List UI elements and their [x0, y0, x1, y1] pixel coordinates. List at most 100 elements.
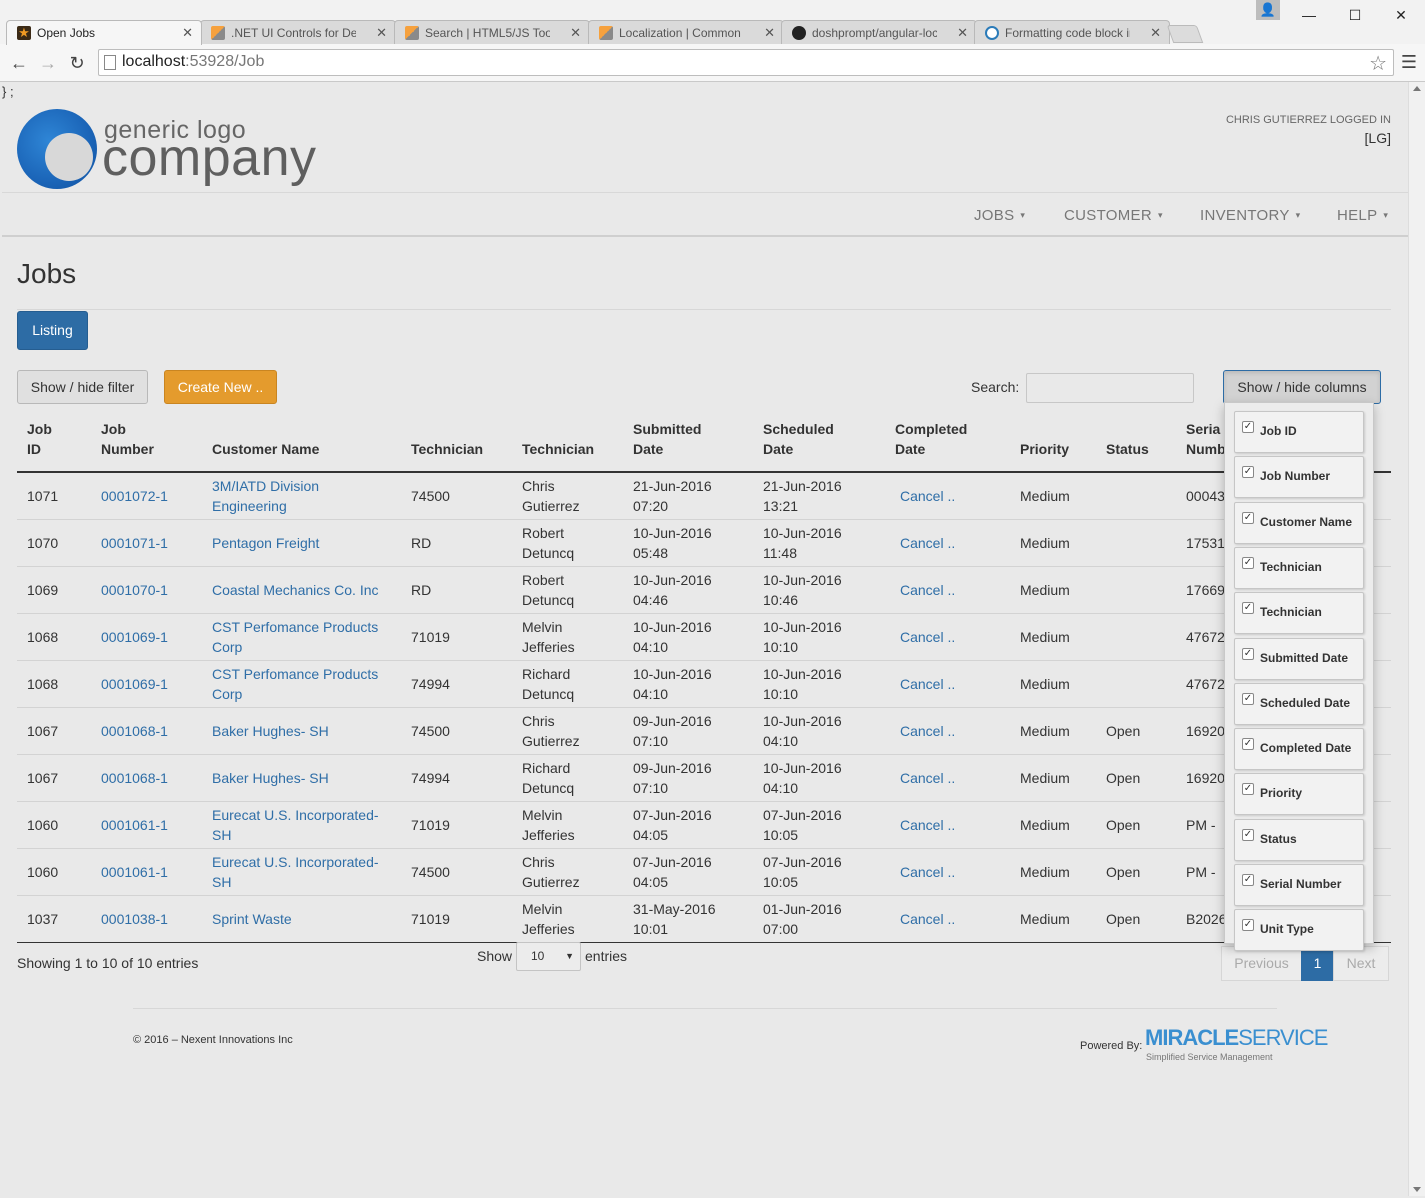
job-number-link[interactable]: 0001070-1	[101, 582, 168, 598]
cell-job-number[interactable]: 0001072-1	[91, 472, 202, 520]
reload-icon[interactable]: ↻	[67, 53, 87, 74]
column-toggle-priority[interactable]: ✓ Priority	[1234, 773, 1364, 816]
cell-job-number[interactable]: 0001071-1	[91, 519, 202, 567]
job-number-link[interactable]: 0001061-1	[101, 817, 168, 833]
page-length-select[interactable]: 10 ▼	[516, 942, 581, 971]
cell-job-number[interactable]: 0001061-1	[91, 801, 202, 849]
cell-customer-name[interactable]: Eurecat U.S. Incorporated-SH	[202, 848, 401, 896]
cell-completed-date[interactable]: Cancel ..	[885, 754, 1010, 802]
cell-completed-date[interactable]: Cancel ..	[885, 801, 1010, 849]
job-number-link[interactable]: 0001069-1	[101, 629, 168, 645]
column-toggle-technician[interactable]: ✓ Technician	[1234, 546, 1364, 589]
cell-job-number[interactable]: 0001061-1	[91, 848, 202, 896]
header-status[interactable]: Status	[1096, 415, 1176, 473]
checkbox-checked-icon[interactable]: ✓	[1242, 919, 1254, 932]
bookmark-star-icon[interactable]: ☆	[1369, 51, 1387, 76]
completed-date-link[interactable]: Cancel ..	[900, 864, 955, 880]
cell-customer-name[interactable]: Baker Hughes- SH	[202, 707, 401, 755]
checkbox-checked-icon[interactable]: ✓	[1242, 466, 1254, 479]
table-row[interactable]: 1069 0001070-1 Coastal Mechanics Co. Inc RD…	[17, 566, 1391, 614]
minimize-button[interactable]: —	[1294, 4, 1324, 26]
customer-name-link[interactable]: 3M/IATD Division Engineering	[212, 478, 319, 514]
cell-customer-name[interactable]: Sprint Waste	[202, 895, 401, 943]
column-toggle-customer-name[interactable]: ✓ Customer Name	[1234, 501, 1364, 544]
completed-date-link[interactable]: Cancel ..	[900, 723, 955, 739]
job-number-link[interactable]: 0001071-1	[101, 535, 168, 551]
tab-close-icon[interactable]: ✕	[376, 25, 387, 41]
completed-date-link[interactable]: Cancel ..	[900, 629, 955, 645]
checkbox-checked-icon[interactable]: ✓	[1242, 602, 1254, 615]
job-number-link[interactable]: 0001072-1	[101, 488, 168, 504]
completed-date-link[interactable]: Cancel ..	[900, 488, 955, 504]
completed-date-link[interactable]: Cancel ..	[900, 911, 955, 927]
tab-close-icon[interactable]: ✕	[1150, 25, 1161, 41]
column-toggle-scheduled-date[interactable]: ✓ Scheduled Date	[1234, 682, 1364, 725]
back-arrow-icon[interactable]: ←	[9, 53, 29, 74]
header-scheduled-date[interactable]: Scheduled Date	[753, 415, 885, 473]
checkbox-checked-icon[interactable]: ✓	[1242, 738, 1254, 751]
cell-completed-date[interactable]: Cancel ..	[885, 707, 1010, 755]
table-row[interactable]: 1037 0001038-1 Sprint Waste 71019 Melvin Jef…	[17, 895, 1391, 943]
header-technician-name[interactable]: Technician	[512, 415, 623, 473]
maximize-button[interactable]: ☐	[1340, 4, 1370, 26]
customer-name-link[interactable]: CST Perfomance Products Corp	[212, 619, 378, 655]
profile-user-icon[interactable]: 👤	[1256, 0, 1280, 20]
previous-page-button[interactable]: Previous	[1221, 946, 1302, 981]
nav-help[interactable]: HELP ▾	[1337, 207, 1388, 224]
cell-completed-date[interactable]: Cancel ..	[885, 519, 1010, 567]
language-link[interactable]: [LG]	[1365, 130, 1391, 146]
checkbox-checked-icon[interactable]: ✓	[1242, 828, 1254, 841]
cell-completed-date[interactable]: Cancel ..	[885, 895, 1010, 943]
job-number-link[interactable]: 0001068-1	[101, 723, 168, 739]
listing-tab-button[interactable]: Listing	[17, 311, 88, 350]
job-number-link[interactable]: 0001038-1	[101, 911, 168, 927]
cell-completed-date[interactable]: Cancel ..	[885, 613, 1010, 661]
checkbox-checked-icon[interactable]: ✓	[1242, 511, 1254, 524]
cell-job-number[interactable]: 0001038-1	[91, 895, 202, 943]
cell-customer-name[interactable]: 3M/IATD Division Engineering	[202, 472, 401, 520]
address-bar[interactable]: localhost:53928/Job ☆	[98, 49, 1394, 76]
checkbox-checked-icon[interactable]: ✓	[1242, 874, 1254, 886]
tab-close-icon[interactable]: ✕	[764, 25, 775, 41]
completed-date-link[interactable]: Cancel ..	[900, 535, 955, 551]
page-scrollbar[interactable]	[1408, 82, 1425, 1196]
header-completed-date[interactable]: Completed Date	[885, 415, 1010, 473]
customer-name-link[interactable]: Coastal Mechanics Co. Inc	[212, 582, 379, 598]
new-tab-button[interactable]	[1166, 25, 1204, 43]
table-row[interactable]: 1067 0001068-1 Baker Hughes- SH 74500 Chris …	[17, 707, 1391, 755]
tab-net-ui-controls[interactable]: .NET UI Controls for Devel ✕	[200, 20, 396, 44]
tab-github-angular[interactable]: doshprompt/angular-loca ✕	[781, 20, 977, 44]
completed-date-link[interactable]: Cancel ..	[900, 676, 955, 692]
cell-job-number[interactable]: 0001069-1	[91, 613, 202, 661]
scroll-down-arrow-icon[interactable]	[1413, 1187, 1421, 1192]
tab-wordpress[interactable]: Formatting code block in ✕	[974, 20, 1170, 44]
tab-open-jobs[interactable]: ★ Open Jobs ✕	[6, 20, 202, 45]
customer-name-link[interactable]: Sprint Waste	[212, 911, 292, 927]
table-row[interactable]: 1060 0001061-1 Eurecat U.S. Incorporated-S…	[17, 848, 1391, 896]
cell-completed-date[interactable]: Cancel ..	[885, 566, 1010, 614]
cell-customer-name[interactable]: CST Perfomance Products Corp	[202, 613, 401, 661]
job-number-link[interactable]: 0001068-1	[101, 770, 168, 786]
cell-customer-name[interactable]: Baker Hughes- SH	[202, 754, 401, 802]
cell-customer-name[interactable]: Coastal Mechanics Co. Inc	[202, 566, 401, 614]
column-toggle-submitted-date[interactable]: ✓ Submitted Date	[1234, 637, 1364, 680]
company-logo-icon[interactable]	[17, 109, 97, 189]
checkbox-checked-icon[interactable]: ✓	[1242, 647, 1254, 660]
column-toggle-unit-type[interactable]: ✓ Unit Type	[1234, 909, 1364, 952]
nav-jobs[interactable]: JOBS ▾	[974, 207, 1025, 224]
tab-close-icon[interactable]: ✕	[570, 25, 581, 41]
scroll-up-arrow-icon[interactable]	[1413, 86, 1421, 91]
completed-date-link[interactable]: Cancel ..	[900, 582, 955, 598]
table-row[interactable]: 1068 0001069-1 CST Perfomance Products Cor…	[17, 660, 1391, 708]
table-row[interactable]: 1068 0001069-1 CST Perfomance Products Cor…	[17, 613, 1391, 661]
cell-completed-date[interactable]: Cancel ..	[885, 660, 1010, 708]
miracle-service-logo[interactable]: MIRACLESERVICE	[1145, 1027, 1328, 1049]
nav-customer[interactable]: CUSTOMER ▾	[1064, 207, 1163, 224]
window-close-button[interactable]: ✕	[1386, 4, 1416, 26]
checkbox-checked-icon[interactable]: ✓	[1242, 692, 1254, 705]
tab-search-html5[interactable]: Search | HTML5/JS Tools - ✕	[394, 20, 590, 44]
hamburger-menu-icon[interactable]: ☰	[1401, 52, 1417, 73]
cell-completed-date[interactable]: Cancel ..	[885, 472, 1010, 520]
forward-arrow-icon[interactable]: →	[38, 53, 58, 74]
nav-inventory[interactable]: INVENTORY ▾	[1200, 207, 1301, 224]
